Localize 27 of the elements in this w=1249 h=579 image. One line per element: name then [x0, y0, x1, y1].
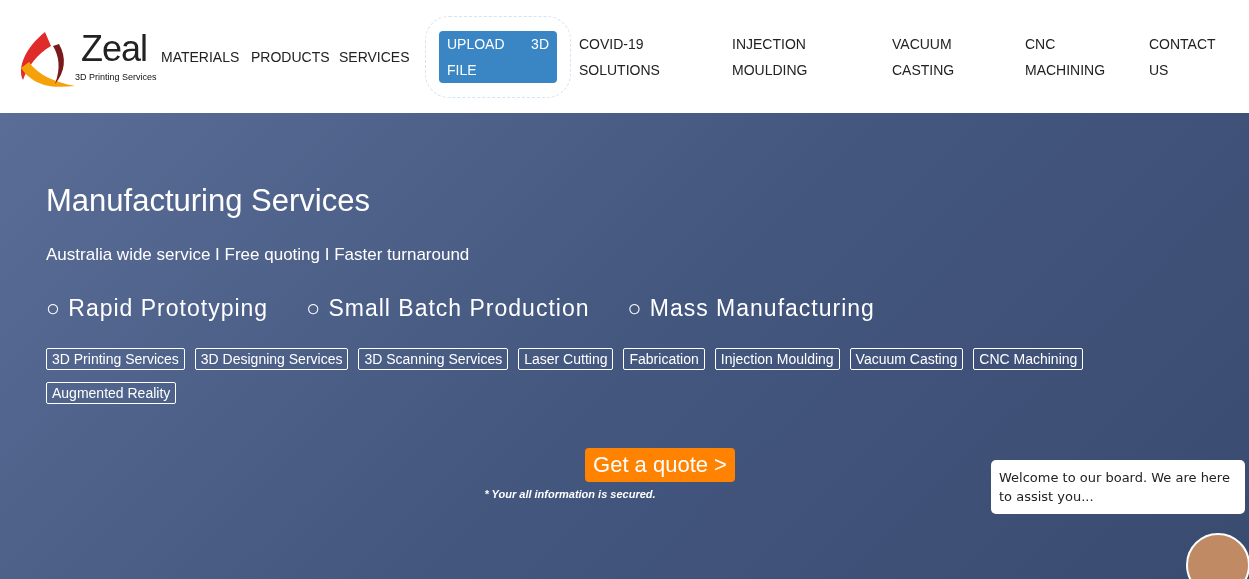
hero-title: Manufacturing Services [46, 183, 371, 219]
security-note: * Your all information is secured. [484, 488, 656, 500]
chat-bubble[interactable]: Welcome to our board. We are here to assist you... [991, 460, 1245, 514]
offering-item: ○ Mass Manufacturing [627, 295, 875, 322]
service-tag[interactable]: CNC Machining [973, 348, 1084, 370]
service-tag[interactable]: Vacuum Casting [849, 348, 964, 370]
service-tag[interactable]: 3D Scanning Services [358, 348, 509, 370]
logo-name[interactable]: Zeal [81, 27, 148, 70]
nav-link[interactable]: SERVICES [339, 43, 410, 70]
hero-subtitle: Australia wide service I Free quoting I Faster turnaround [46, 245, 471, 265]
service-tag[interactable]: 3D Designing Services [194, 348, 349, 370]
offering-item: ○ Rapid Prototyping [46, 295, 269, 322]
nav-link[interactable]: VACUUM CASTING [892, 30, 980, 83]
service-tag[interactable]: Augmented Reality [46, 382, 177, 404]
offering-item: ○ Small Batch Production [306, 295, 590, 322]
nav-link[interactable]: PRODUCTS [251, 43, 330, 70]
service-tag[interactable]: Fabrication [623, 348, 705, 370]
nav-link[interactable]: INJECTION MOULDING [732, 30, 820, 83]
nav-link[interactable]: CNC MACHINING [1025, 30, 1113, 83]
nav-link[interactable]: MATERIALS [161, 43, 240, 70]
service-tag[interactable]: Injection Moulding [714, 348, 840, 370]
nav-link[interactable]: COVID-19 SOLUTIONS [579, 30, 667, 83]
service-tag[interactable]: 3D Printing Services [46, 348, 185, 370]
service-tag[interactable]: Laser Cutting [518, 348, 614, 370]
upload-button[interactable]: UPLOAD 3D FILE [439, 30, 557, 83]
logo-tagline: 3D Printing Services [75, 71, 157, 82]
nav-link[interactable]: CONTACT US [1149, 30, 1237, 83]
